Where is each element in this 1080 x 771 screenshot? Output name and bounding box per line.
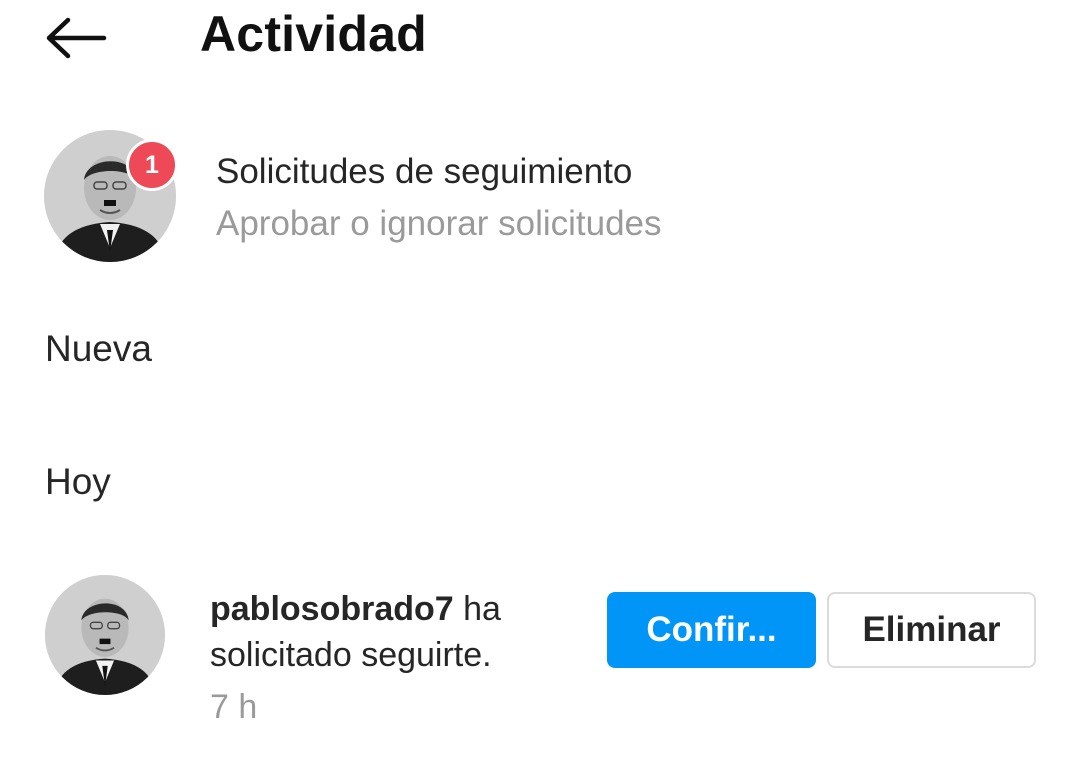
- user-avatar[interactable]: [45, 575, 165, 695]
- follow-requests-subtitle: Aprobar o ignorar solicitudes: [216, 204, 662, 243]
- section-today-heading: Hoy: [45, 461, 111, 502]
- notification-message-part2: solicitado seguirte.: [210, 636, 492, 674]
- notification-username[interactable]: pablosobrado7: [210, 590, 454, 628]
- follow-requests-title: Solicitudes de seguimiento: [216, 152, 633, 191]
- delete-button[interactable]: Eliminar: [827, 592, 1036, 668]
- notification-message: pablosobrado7 ha solicitado seguirte.: [210, 586, 590, 678]
- notification-timestamp: 7 h: [210, 688, 258, 726]
- notification-badge: 1: [126, 139, 178, 191]
- back-button[interactable]: [40, 10, 112, 66]
- notification-message-part1: ha: [453, 590, 501, 628]
- section-new-heading: Nueva: [45, 328, 152, 369]
- arrow-left-icon: [46, 17, 107, 59]
- page-title: Actividad: [200, 6, 427, 62]
- top-bar: Actividad: [0, 0, 1080, 80]
- confirm-button[interactable]: Confir...: [607, 592, 816, 668]
